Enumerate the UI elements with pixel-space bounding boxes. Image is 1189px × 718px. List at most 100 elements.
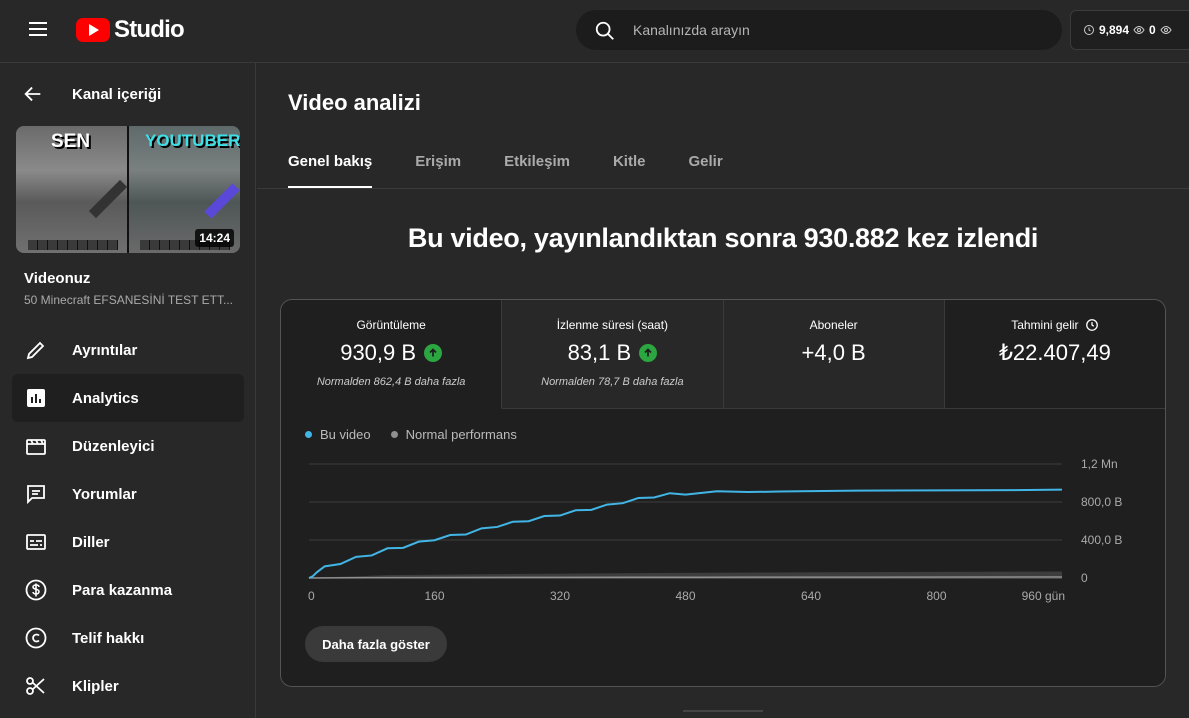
legend-label: Normal performans xyxy=(405,427,517,442)
search-icon xyxy=(595,21,614,40)
sidebar-item-details[interactable]: Ayrıntılar xyxy=(12,326,244,374)
chart-legend: Bu video Normal performans xyxy=(305,427,517,442)
arrow-left-icon xyxy=(24,86,41,102)
sidebar-item-label: Klipler xyxy=(72,677,119,695)
views-headline: Bu video, yayınlandıktan sonra 930.882 k… xyxy=(407,223,1039,253)
sidebar-item-copyright[interactable]: Telif hakkı xyxy=(12,614,244,662)
metric-label: Görüntüleme xyxy=(356,318,426,332)
chart-area: 0 400,0 B 800,0 B 1,2 Mn 0 160 320 480 640 800 960… xyxy=(281,409,1165,686)
legend-dot xyxy=(390,431,398,438)
sidebar: Kanal içeriği SEN YOUTUBER 14:24 Videonu… xyxy=(0,63,256,718)
sidebar-nav: Ayrıntılar Analytics Düzenleyici Yorumla… xyxy=(12,326,244,710)
metric-value: 83,1 B xyxy=(567,340,632,365)
x-tick-label: 960 gün xyxy=(1022,589,1065,603)
tab-reach[interactable]: Erişim xyxy=(415,153,461,189)
studio-logo[interactable]: Studio xyxy=(76,16,185,44)
sidebar-item-label: Analytics xyxy=(72,389,139,407)
top-bar: Studio 9,894 0 xyxy=(0,0,1189,63)
logo-text: Studio xyxy=(114,16,185,43)
metric-note: Normalden 862,4 B daha fazla xyxy=(316,376,466,388)
eye-icon xyxy=(1160,25,1172,35)
metric-label: Aboneler xyxy=(809,318,858,332)
thumbnail-text-right: YOUTUBER xyxy=(145,131,240,150)
stats-value-2: 0 xyxy=(1149,23,1156,37)
video-label: Videonuz xyxy=(24,270,91,287)
sidebar-item-label: Ayrıntılar xyxy=(72,341,138,359)
hotbar xyxy=(28,240,118,250)
sidebar-item-label: Yorumlar xyxy=(72,485,137,503)
metric-views[interactable]: Görüntüleme 930,9 B Normalden 862,4 B da… xyxy=(281,300,503,409)
metric-value: 930,9 B xyxy=(340,340,417,365)
y-tick-label: 400,0 B xyxy=(1081,533,1122,547)
stats-value-1: 9,894 xyxy=(1099,23,1130,37)
copyright-icon xyxy=(25,627,47,649)
comment-icon xyxy=(27,485,45,505)
y-tick-label: 1,2 Mn xyxy=(1081,457,1118,471)
sidebar-item-editor[interactable]: Düzenleyici xyxy=(12,422,244,470)
x-tick-label: 480 xyxy=(675,589,695,603)
analytics-icon xyxy=(27,389,45,407)
metric-label: İzlenme süresi (saat) xyxy=(556,318,669,332)
x-tick-label: 320 xyxy=(550,589,570,603)
youtube-logo-icon xyxy=(76,18,110,42)
x-tick-label: 640 xyxy=(801,589,821,603)
tab-bar: Genel bakış Erişim Etkileşim Kitle Gelir xyxy=(288,153,766,189)
metric-revenue[interactable]: Tahmini gelir ₺22.407,49 xyxy=(944,300,1165,409)
main-content: Video analizi Genel bakış Erişim Etkileş… xyxy=(257,63,1189,718)
analytics-card: Görüntüleme 930,9 B Normalden 862,4 B da… xyxy=(280,299,1166,687)
this-video-line xyxy=(308,488,1063,579)
video-duration: 14:24 xyxy=(195,229,234,247)
y-tick-label: 800,0 B xyxy=(1081,495,1122,509)
metric-value: ₺22.407,49 xyxy=(998,340,1111,365)
legend-item[interactable]: Bu video xyxy=(305,427,371,442)
x-tick-label: 800 xyxy=(926,589,946,603)
metric-label: Tahmini gelir xyxy=(1011,318,1079,332)
scroll-indicator xyxy=(683,710,763,712)
tab-revenue[interactable]: Gelir xyxy=(688,153,722,189)
pencil-icon xyxy=(26,341,45,360)
tabs-divider xyxy=(257,188,1189,189)
tab-overview[interactable]: Genel bakış xyxy=(288,153,373,189)
metric-watch-time[interactable]: İzlenme süresi (saat) 83,1 B Normalden 7… xyxy=(502,300,724,409)
sidebar-item-label: Düzenleyici xyxy=(72,437,155,455)
channel-stats[interactable]: 9,894 0 xyxy=(1070,10,1189,50)
legend-label: Bu video xyxy=(320,427,371,442)
page-title: Video analizi xyxy=(288,90,421,115)
arrow-up-icon xyxy=(424,344,443,362)
search-input[interactable] xyxy=(633,11,1033,49)
sidebar-item-comments[interactable]: Yorumlar xyxy=(12,470,244,518)
subtitles-icon xyxy=(26,534,46,550)
metric-subscribers[interactable]: Aboneler +4,0 B xyxy=(723,300,945,409)
sidebar-item-monetization[interactable]: Para kazanma xyxy=(12,566,244,614)
clapperboard-icon xyxy=(26,439,46,455)
sidebar-item-label: Para kazanma xyxy=(72,581,173,599)
sidebar-item-label: Diller xyxy=(72,533,110,551)
tab-engagement[interactable]: Etkileşim xyxy=(504,153,570,189)
thumbnail-divider xyxy=(127,126,129,253)
metric-value: +4,0 B xyxy=(801,340,866,365)
metrics-row: Görüntüleme 930,9 B Normalden 862,4 B da… xyxy=(281,300,1165,409)
x-tick-label: 160 xyxy=(424,589,444,603)
x-tick-label: 0 xyxy=(308,589,315,603)
back-label: Kanal içeriği xyxy=(72,85,162,103)
arrow-up-icon xyxy=(639,344,658,362)
thumbnail-text-left: SEN xyxy=(51,131,91,152)
metric-note: Normalden 78,7 B daha fazla xyxy=(541,376,684,388)
menu-icon[interactable] xyxy=(22,18,54,44)
video-title: 50 Minecraft EFSANESİNİ TEST ETT... xyxy=(24,293,233,307)
legend-item[interactable]: Normal performans xyxy=(390,427,517,442)
sidebar-item-languages[interactable]: Diller xyxy=(12,518,244,566)
search-bar[interactable] xyxy=(576,10,1062,50)
sidebar-item-label: Telif hakkı xyxy=(72,629,145,647)
back-to-content[interactable]: Kanal içeriği xyxy=(22,83,161,105)
clock-icon xyxy=(1084,25,1094,35)
tab-audience[interactable]: Kitle xyxy=(613,153,646,189)
dollar-icon xyxy=(25,579,47,601)
video-thumbnail[interactable]: SEN YOUTUBER 14:24 xyxy=(16,126,240,253)
sidebar-item-clips[interactable]: Klipler xyxy=(12,662,244,710)
scissors-icon xyxy=(26,677,45,695)
sidebar-item-analytics[interactable]: Analytics xyxy=(12,374,244,422)
y-tick-label: 0 xyxy=(1081,571,1088,585)
show-more-button[interactable]: Daha fazla göster xyxy=(305,626,447,662)
clock-icon xyxy=(1085,319,1098,331)
